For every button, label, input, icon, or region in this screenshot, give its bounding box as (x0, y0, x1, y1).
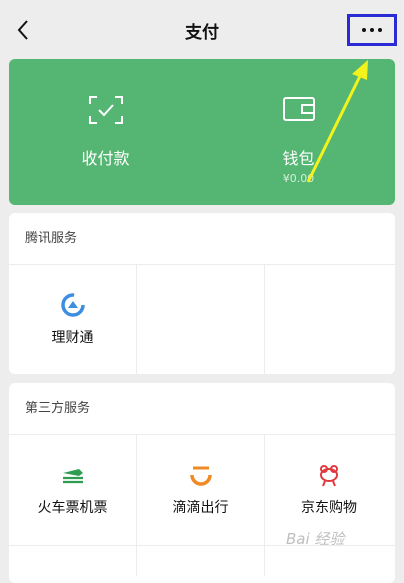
didi-icon (189, 466, 212, 486)
payment-actions-panel: 收付款 钱包 ¥0.00 (9, 59, 395, 205)
watermark: Bai 经验 (286, 530, 345, 548)
service-label: 理财通 (51, 330, 94, 346)
page-title: 支付 (185, 23, 219, 43)
empty-cell (265, 265, 393, 374)
empty-cell (265, 546, 393, 576)
wallet-balance: ¥0.00 (282, 172, 315, 185)
service-train-ticket[interactable]: 火车票机票 (9, 435, 137, 545)
more-dot (378, 28, 382, 32)
receive-pay-label: 收付款 (81, 149, 130, 168)
third-party-services-card: 第三方服务 火车票机票 滴滴出行 京东购物 (9, 383, 395, 583)
tencent-services-card: 腾讯服务 理财通 (9, 213, 395, 374)
wallet-label: 钱包 (282, 149, 315, 168)
wallet-button[interactable]: 钱包 ¥0.00 (202, 59, 395, 205)
more-dots-icon (362, 28, 366, 32)
more-button[interactable] (347, 14, 397, 46)
service-licaitong[interactable]: 理财通 (9, 265, 137, 374)
licaitong-icon (60, 293, 85, 317)
tencent-services-title: 腾讯服务 (9, 213, 395, 265)
more-dot (370, 28, 374, 32)
wallet-icon (282, 97, 315, 121)
train-ticket-icon (62, 469, 83, 484)
service-label: 滴滴出行 (172, 500, 229, 516)
nav-bar: 支付 (0, 0, 404, 58)
empty-cell (9, 546, 137, 576)
services-next-row (9, 545, 395, 576)
service-didi[interactable]: 滴滴出行 (137, 435, 265, 545)
jd-shopping-icon (320, 465, 338, 487)
empty-cell (137, 546, 265, 576)
scan-code-icon (88, 96, 123, 124)
service-label: 京东购物 (301, 500, 357, 516)
service-label: 火车票机票 (37, 500, 108, 516)
empty-cell (137, 265, 265, 374)
third-party-services-title: 第三方服务 (9, 383, 395, 435)
receive-pay-button[interactable]: 收付款 (9, 59, 202, 205)
